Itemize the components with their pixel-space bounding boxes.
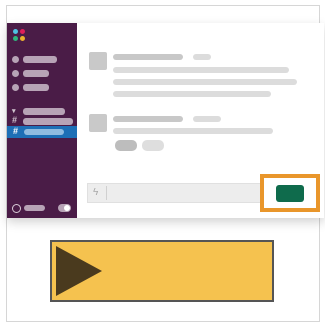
message-text-line (113, 128, 273, 134)
lightning-bolt-icon[interactable]: ϟ (93, 187, 98, 198)
hash-icon: # (12, 115, 18, 125)
sidebar-item-label-placeholder (23, 84, 49, 91)
status-toggle[interactable] (58, 204, 71, 212)
sidebar-channel-item-active[interactable]: # (7, 126, 77, 138)
message-text-line (113, 91, 271, 97)
chevron-down-icon: ▾ (12, 108, 16, 115)
message-text-line (113, 67, 289, 73)
message-time-placeholder (193, 116, 221, 122)
reaction-chip[interactable] (142, 140, 164, 151)
user-status-placeholder (24, 205, 45, 211)
send-button-highlight (260, 174, 320, 212)
section-label-placeholder (23, 108, 65, 115)
message-avatar (89, 114, 107, 132)
message-composer[interactable]: ϟ (87, 183, 269, 203)
media-play-bar[interactable] (50, 240, 274, 302)
sidebar-item-icon (12, 56, 19, 63)
user-avatar-icon[interactable] (12, 204, 21, 213)
reaction-chip[interactable] (115, 140, 137, 151)
message-avatar (89, 52, 107, 70)
workspace-logo-icon[interactable] (13, 29, 27, 43)
sidebar: ▾ # # (7, 23, 77, 218)
message-author-placeholder (113, 116, 183, 122)
sidebar-item-icon (12, 70, 19, 77)
send-button[interactable] (276, 185, 304, 202)
sidebar-item-label-placeholder (23, 70, 49, 77)
sidebar-item-label-placeholder (23, 56, 57, 63)
message-author-placeholder (113, 54, 183, 60)
composer-divider (106, 186, 107, 200)
sidebar-item-icon (12, 84, 19, 91)
play-icon[interactable] (52, 242, 106, 300)
message-text-line (113, 79, 297, 85)
hash-icon: # (13, 126, 19, 136)
message-time-placeholder (193, 54, 211, 60)
channel-label-placeholder (24, 129, 64, 135)
channel-label-placeholder (23, 118, 73, 125)
